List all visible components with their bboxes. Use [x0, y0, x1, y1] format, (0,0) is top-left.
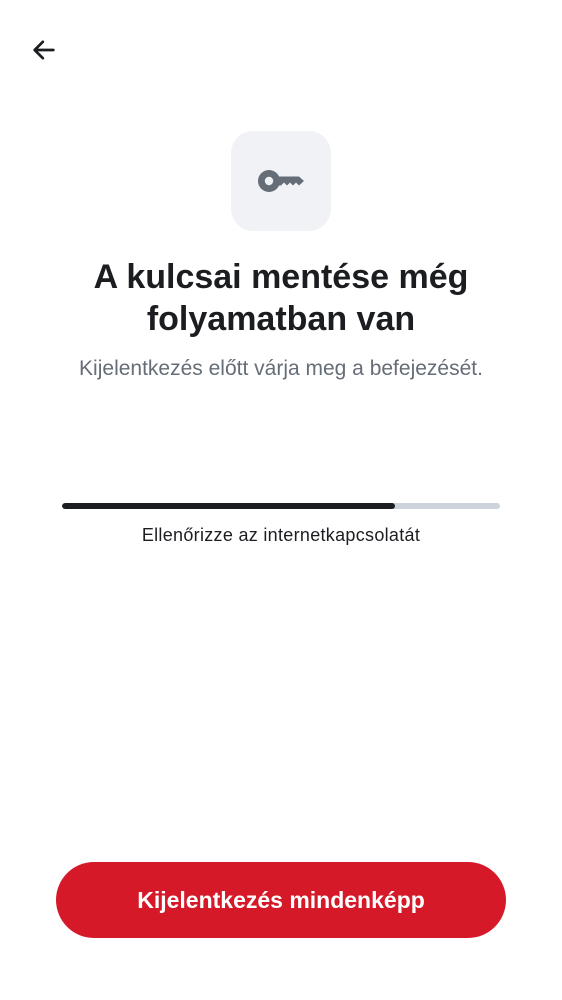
arrow-left-icon — [33, 40, 55, 60]
backup-progress-bar — [62, 503, 500, 509]
key-icon — [258, 170, 304, 192]
sign-out-anyway-button[interactable]: Kijelentkezés mindenképp — [56, 862, 506, 938]
connection-status-text: Ellenőrizze az internetkapcsolatát — [141, 525, 421, 545]
page-subtitle: Kijelentkezés előtt várja meg a befejezé… — [79, 357, 483, 380]
back-button[interactable] — [22, 28, 66, 72]
progress-fill — [62, 503, 395, 509]
page-title: A kulcsai mentése még folyamatban van — [93, 258, 469, 338]
key-icon-tile — [231, 131, 331, 231]
